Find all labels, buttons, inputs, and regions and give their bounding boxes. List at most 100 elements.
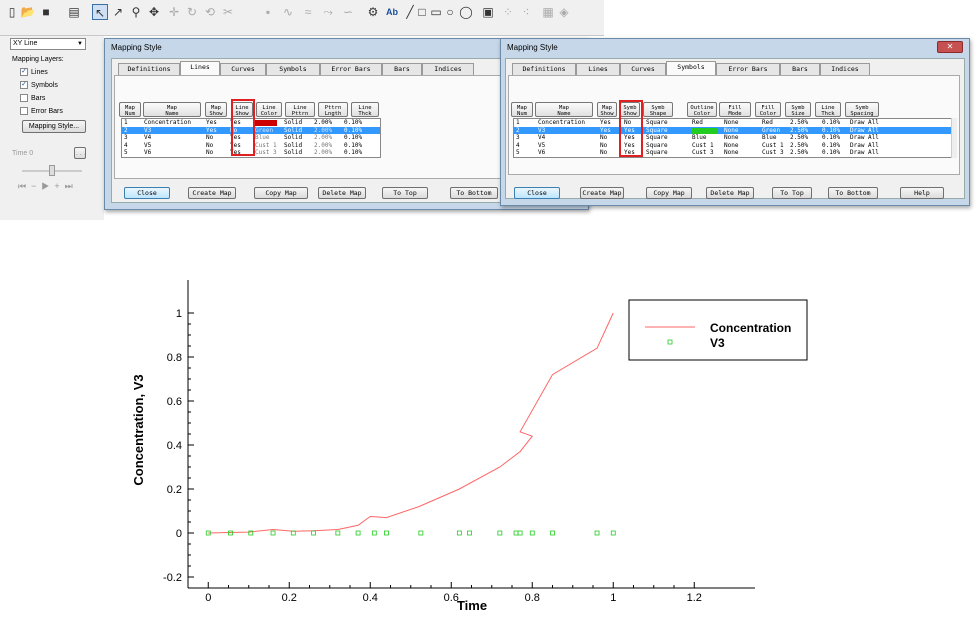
column-header[interactable]: Map Show: [597, 102, 617, 117]
prev-frame-icon[interactable]: −: [31, 181, 41, 191]
delete-map-button[interactable]: Delete Map: [706, 187, 754, 199]
play-icon[interactable]: ▶: [41, 181, 54, 191]
column-header[interactable]: Line Pttrn: [285, 102, 315, 117]
copy-map-button[interactable]: Copy Map: [254, 187, 308, 199]
layer-bars[interactable]: Bars: [20, 94, 45, 102]
last-frame-icon[interactable]: ⏭: [65, 181, 78, 191]
column-header[interactable]: Map Name: [535, 102, 593, 117]
to-top-button[interactable]: To Top: [772, 187, 812, 199]
checkbox-lines[interactable]: ✓: [20, 68, 28, 76]
column-header[interactable]: Line Thck: [815, 102, 841, 117]
table-row[interactable]: 4 V5 No Yes Square Cust 1 None Cust 1 2.50% 0.10%…: [514, 142, 956, 150]
tab-indices[interactable]: Indices: [820, 63, 870, 75]
column-header[interactable]: Symb Size: [785, 102, 811, 117]
probe-icon[interactable]: ✛: [166, 4, 182, 20]
close-button[interactable]: Close: [514, 187, 560, 199]
plot-type-select[interactable]: XY Line ▼: [10, 38, 86, 50]
tab-indices[interactable]: Indices: [422, 63, 474, 75]
checkbox-symbols[interactable]: ✓: [20, 81, 28, 89]
to-top-button[interactable]: To Top: [382, 187, 428, 199]
close-icon[interactable]: ✕: [937, 41, 963, 53]
zoom-icon[interactable]: ⚲: [128, 4, 144, 20]
streamtrace-icon[interactable]: ≈: [300, 4, 316, 20]
column-header[interactable]: Pttrn Lngth: [318, 102, 348, 117]
copy-map-button[interactable]: Copy Map: [646, 187, 692, 199]
tab-symbols[interactable]: Symbols: [666, 61, 716, 75]
layer-symbols[interactable]: ✓ Symbols: [20, 81, 58, 89]
next-frame-icon[interactable]: +: [54, 181, 64, 191]
tab-error-bars[interactable]: Error Bars: [320, 63, 382, 75]
probe-icon[interactable]: ⚙: [365, 4, 381, 20]
column-header[interactable]: Line Thck: [351, 102, 379, 117]
plot-type-value: XY Line: [13, 40, 38, 47]
translate-icon[interactable]: ✥: [146, 4, 162, 20]
time-slider-handle[interactable]: [49, 165, 55, 176]
checkbox-error-bars[interactable]: [20, 107, 28, 115]
mapping-style-button[interactable]: Mapping Style...: [22, 120, 86, 133]
frame-icon[interactable]: ▣: [480, 4, 496, 20]
open-icon[interactable]: 📂: [20, 4, 36, 20]
column-header[interactable]: Symb Shape: [643, 102, 673, 117]
column-header[interactable]: Map Num: [511, 102, 533, 117]
text-icon[interactable]: Ab: [383, 4, 401, 20]
delete-map-button[interactable]: Delete Map: [318, 187, 366, 199]
checkbox-bars[interactable]: [20, 94, 28, 102]
tab-bars[interactable]: Bars: [382, 63, 422, 75]
table-row[interactable]: 5 V6 No Yes Square Cust 3 None Cust 3 2.50% 0.10%…: [514, 149, 956, 157]
layer-error-bars[interactable]: Error Bars: [20, 107, 63, 115]
save-icon[interactable]: ■: [38, 4, 54, 20]
print-icon[interactable]: ▤: [66, 4, 82, 20]
column-header[interactable]: Fill Color: [755, 102, 781, 117]
column-header[interactable]: Map Num: [119, 102, 141, 117]
time-button[interactable]: ...: [74, 147, 87, 159]
select-arrow-icon[interactable]: ↖: [92, 4, 108, 20]
adjust-icon[interactable]: ↗: [110, 4, 126, 20]
column-header[interactable]: Line Color: [256, 102, 282, 117]
tab-curves[interactable]: Curves: [620, 63, 666, 75]
streamtrace-icon[interactable]: ∽: [340, 4, 356, 20]
tab-lines[interactable]: Lines: [576, 63, 620, 75]
column-header[interactable]: Fill Mode: [719, 102, 751, 117]
first-frame-icon[interactable]: ⏮: [18, 181, 31, 191]
grid-icon[interactable]: ▦: [540, 4, 556, 20]
grid-icon[interactable]: ⁘: [500, 4, 516, 20]
rotate-icon[interactable]: ↻: [184, 4, 200, 20]
table-cell: Green: [255, 126, 274, 134]
column-header[interactable]: Map Show: [205, 102, 227, 117]
tab-bars[interactable]: Bars: [780, 63, 820, 75]
new-icon[interactable]: ▯: [4, 4, 20, 20]
tab-lines[interactable]: Lines: [180, 61, 220, 75]
tab-curves[interactable]: Curves: [220, 63, 266, 75]
streamtrace-icon[interactable]: ∿: [280, 4, 296, 20]
circle-icon[interactable]: ◯: [458, 4, 474, 20]
table-cell: Blue: [762, 134, 777, 141]
table-cell: Square: [646, 149, 668, 156]
to-bottom-button[interactable]: To Bottom: [828, 187, 878, 199]
help-button[interactable]: Help: [900, 187, 944, 199]
slice-icon[interactable]: ✂: [220, 4, 236, 20]
table-row[interactable]: 2 V3 Yes Yes Square None Green 2.50% 0.10% Draw A…: [514, 126, 956, 134]
grid-icon[interactable]: ⁖: [518, 4, 534, 20]
ellipse-icon[interactable]: ○: [442, 4, 458, 20]
close-button[interactable]: Close: [124, 187, 170, 199]
streamtrace-icon[interactable]: ⤳: [320, 4, 336, 20]
create-map-button[interactable]: Create Map: [580, 187, 624, 199]
to-bottom-button[interactable]: To Bottom: [450, 187, 498, 199]
column-header[interactable]: Symb Spacing: [845, 102, 879, 117]
streamtrace-icon[interactable]: ▪: [260, 4, 276, 20]
grid-icon[interactable]: ◈: [556, 4, 572, 20]
table-row[interactable]: 1 Concentration Yes No Square Red None Red 2.50%…: [514, 119, 956, 127]
create-map-button[interactable]: Create Map: [188, 187, 236, 199]
y-tick-label: 0.4: [167, 440, 182, 452]
tab-symbols[interactable]: Symbols: [266, 63, 320, 75]
column-header[interactable]: Outline Color: [687, 102, 717, 117]
column-header[interactable]: Map Name: [143, 102, 201, 117]
tab-error-bars[interactable]: Error Bars: [716, 63, 780, 75]
tab-definitions[interactable]: Definitions: [118, 63, 180, 75]
table-row[interactable]: 3 V4 No Yes Square Blue None Blue 2.50% 0.10% Draw…: [514, 134, 956, 142]
tab-definitions[interactable]: Definitions: [512, 63, 576, 75]
rotate-icon[interactable]: ⟲: [202, 4, 218, 20]
data-point-v3: [467, 530, 472, 536]
layer-lines[interactable]: ✓ Lines: [20, 68, 48, 76]
grid-scrollbar[interactable]: [951, 118, 957, 158]
